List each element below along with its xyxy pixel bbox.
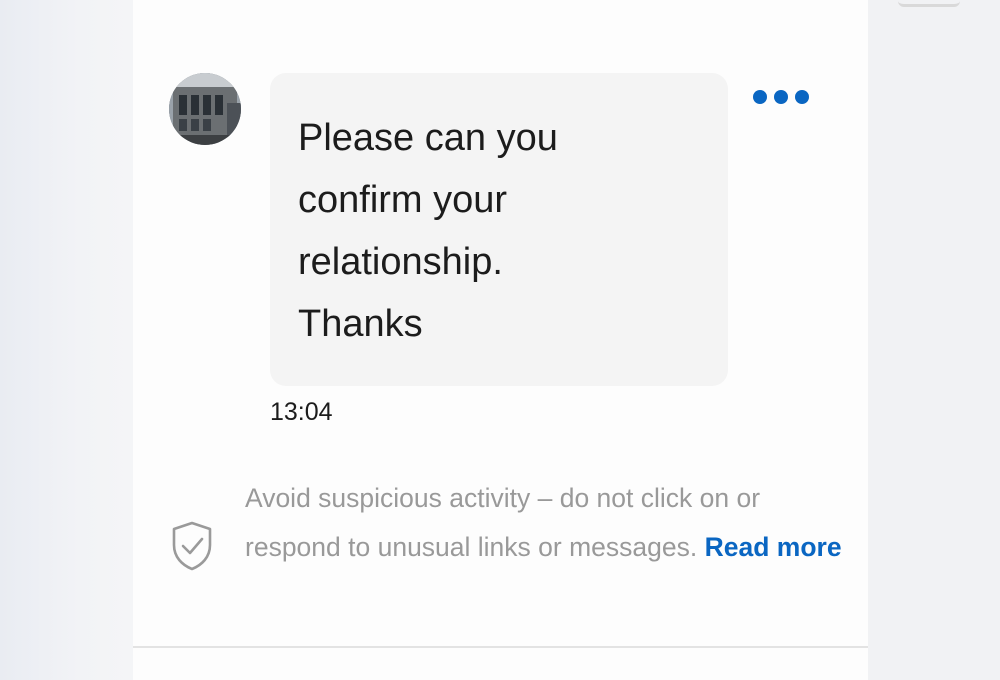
message-timestamp: 13:04 xyxy=(270,398,333,426)
sender-avatar[interactable] xyxy=(169,73,241,145)
message-bubble[interactable]: Please can you confirm your relationship… xyxy=(270,73,728,386)
previous-item-fragment xyxy=(898,0,960,7)
safety-notice: Avoid suspicious activity – do not click… xyxy=(245,474,845,572)
more-dot-icon xyxy=(795,90,809,104)
message-text: Please can you confirm your relationship… xyxy=(298,117,558,345)
more-options-button[interactable] xyxy=(753,86,809,108)
read-more-link[interactable]: Read more xyxy=(705,532,842,562)
building-photo-icon xyxy=(169,73,241,145)
more-dot-icon xyxy=(753,90,767,104)
safety-notice-text: Avoid suspicious activity – do not click… xyxy=(245,483,761,562)
more-dot-icon xyxy=(774,90,788,104)
page-background-right xyxy=(868,0,1000,680)
divider xyxy=(133,646,868,648)
shield-check-icon xyxy=(172,521,212,571)
